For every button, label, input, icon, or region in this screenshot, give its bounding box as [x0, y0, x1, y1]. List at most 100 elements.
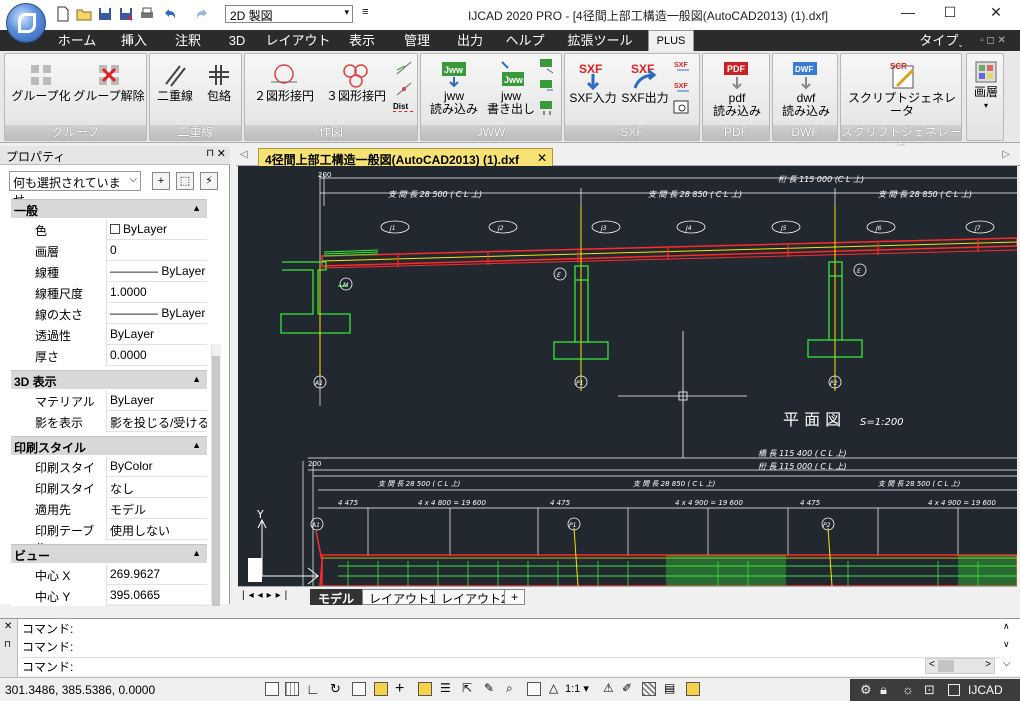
grid-icon[interactable] [285, 682, 299, 696]
prop-row[interactable]: 中心 Y 395.0665 [11, 585, 207, 606]
annotation-autoscale-icon[interactable]: ⚠ [603, 681, 614, 695]
tab-extension-tools[interactable]: 拡張ツール [565, 30, 635, 51]
dynamic-input-icon[interactable] [418, 682, 432, 696]
layout-tab-layout2[interactable]: レイアウト2 [434, 589, 515, 606]
wrap-button[interactable]: 包絡 [198, 62, 240, 103]
sxf-out-button[interactable]: SXF SXF出力 [619, 60, 671, 105]
prop-row[interactable]: 色 ByLayer [11, 219, 207, 240]
tab-manage[interactable]: 管理 [395, 30, 439, 51]
circle3-button[interactable]: ３図形接円 [321, 62, 391, 103]
scroll-right-icon[interactable]: ▷ [1002, 149, 1010, 160]
undo-icon[interactable] [162, 6, 178, 22]
scroll-left-icon[interactable]: ◁ [240, 149, 248, 160]
command-input-line[interactable]: コマンド: [22, 657, 1000, 675]
tab-view[interactable]: 表示 [340, 30, 384, 51]
section-3d-display[interactable]: 3D 表示 ▲ [11, 370, 207, 389]
save-icon[interactable] [97, 6, 113, 22]
sxf-small-1-icon[interactable]: SXF [673, 58, 693, 76]
jww-read-button[interactable]: Jww jww 読み込み [425, 60, 483, 116]
sxf-small-2-icon[interactable]: SXF [673, 79, 693, 97]
command-hscroll[interactable]: < > [925, 658, 995, 674]
annotation-scale-icon[interactable]: △ [549, 681, 558, 695]
close-tab-icon[interactable]: ✕ [537, 151, 547, 165]
selection-dropdown[interactable]: 何も選択されていませ... ⌵ [9, 171, 141, 207]
scroll-down-icon[interactable]: ∨ [1003, 639, 1010, 650]
pin-icon[interactable]: ⊓ [4, 639, 11, 650]
add-layout-button[interactable]: + [504, 589, 526, 605]
layer-button[interactable]: 画層 ▾ [969, 60, 1003, 112]
close-button[interactable]: ✕ [981, 4, 1011, 24]
script-generator-button[interactable]: SCR スクリプトジェネレータ [843, 60, 961, 118]
scroll-left-icon[interactable]: < [929, 659, 935, 670]
polar-icon[interactable]: ↻ [330, 681, 341, 697]
tab-output[interactable]: 出力 [448, 30, 492, 51]
application-menu-button[interactable] [6, 3, 46, 43]
new-file-icon[interactable] [55, 6, 71, 22]
pdf-read-button[interactable]: PDF pdf 読み込み [705, 60, 769, 118]
layout-tab-layout1[interactable]: レイアウト1 [362, 589, 443, 606]
tab-help[interactable]: ヘルプ [503, 30, 547, 51]
tab-layout[interactable]: レイアウト [263, 30, 333, 51]
prop-row[interactable]: 印刷スタイルByColor [11, 456, 207, 492]
workspace-select[interactable]: 2D 製図 ▾ [225, 5, 353, 23]
prop-row[interactable]: 厚さ 0.0000 [11, 345, 207, 366]
drawing-canvas[interactable]: 桁 長 115 000 (C L 上) 支 間 長 28 500 ( C L 上… [238, 166, 1017, 586]
zoom-icon[interactable]: ⌕ [506, 681, 513, 696]
prop-row[interactable]: 透過性 ByLayer [11, 324, 207, 345]
double-line-button[interactable]: 二重線 [152, 62, 198, 103]
customize-qa-icon[interactable]: ≡ [362, 6, 368, 18]
quick-properties-icon[interactable] [686, 682, 700, 696]
prop-row[interactable]: 画層 0 [11, 240, 207, 261]
prop-row[interactable]: 線の太さ ———— ByLayer [11, 303, 207, 324]
group-make-button[interactable]: グループ化 [9, 62, 73, 103]
jww-write-button[interactable]: Jww jww 書き出し [483, 60, 539, 116]
ortho-icon[interactable]: ∟ [306, 681, 320, 697]
prop-row[interactable]: 印刷テーブル...使用しない [11, 519, 207, 555]
scroll-thumb[interactable] [938, 660, 954, 672]
tab-insert[interactable]: 挿入 [112, 30, 156, 51]
sxf-in-button[interactable]: SXF SXF入力 [567, 60, 619, 105]
quick-select-icon[interactable]: ⚡ [200, 172, 218, 190]
prop-row[interactable]: 線種 ———— ByLayer [11, 261, 207, 282]
prop-row[interactable]: マテリアル ByLayer [11, 390, 207, 411]
type-menu[interactable]: タイプ˯ [918, 30, 964, 51]
close-icon[interactable]: ✕ [217, 147, 226, 160]
group-release-button[interactable]: グループ解除 [73, 62, 145, 103]
annotation-add-icon[interactable]: ✐ [622, 681, 632, 695]
section-view[interactable]: ビュー ▲ [11, 544, 207, 563]
dynamic-ucs-icon[interactable]: + [395, 680, 404, 698]
tab-plus[interactable]: PLUS [648, 30, 694, 51]
tool-small-1-icon[interactable] [395, 60, 415, 78]
viewport-icon[interactable] [527, 682, 541, 696]
select-objects-icon[interactable]: ⬚ [176, 172, 194, 190]
maximize-button[interactable]: ☐ [935, 4, 965, 24]
layout-tab-model[interactable]: モデル [310, 589, 363, 606]
section-general[interactable]: 一般 ▲ [11, 199, 207, 218]
toggle-pickadd-icon[interactable]: + [152, 172, 170, 190]
print-icon[interactable] [139, 6, 155, 22]
gear-icon[interactable]: ⚙ [860, 682, 872, 698]
scroll-right-icon[interactable]: > [985, 659, 991, 670]
prop-row[interactable]: 適用先 モデル [11, 498, 207, 519]
close-icon[interactable]: ✕ [4, 621, 12, 632]
jww-small-1-icon[interactable] [539, 58, 557, 76]
hatch-icon[interactable] [642, 682, 656, 696]
otrack-icon[interactable] [374, 682, 388, 696]
tab-home[interactable]: ホーム [54, 30, 100, 51]
jww-small-2-icon[interactable] [539, 79, 557, 97]
redo-icon[interactable] [194, 6, 210, 22]
section-print-style[interactable]: 印刷スタイル ▲ [11, 436, 207, 455]
clean-screen-icon[interactable] [948, 684, 960, 696]
lightbulb-icon[interactable]: ☼ [902, 682, 914, 697]
prop-row[interactable]: 影を表示 影を投じる/受ける [11, 411, 207, 432]
annotation-visibility-icon[interactable]: ✎ [484, 681, 494, 695]
lineweight-icon[interactable]: ☰ [440, 681, 451, 695]
prop-row[interactable]: 印刷スタイル ...なし [11, 477, 207, 513]
ribbon-window-controls[interactable]: ▫ ◻ ✕ [968, 30, 1018, 51]
layout-nav-arrows-icon[interactable]: |◂◂▸▸| [242, 590, 291, 601]
snap-icon[interactable] [265, 682, 279, 696]
circle2-button[interactable]: ２図形接円 [249, 62, 319, 103]
minimize-button[interactable]: — [893, 4, 923, 24]
annotation-scale-value[interactable]: 1:1 ▾ [565, 682, 589, 695]
pin-icon[interactable]: ⊓ [206, 148, 214, 159]
